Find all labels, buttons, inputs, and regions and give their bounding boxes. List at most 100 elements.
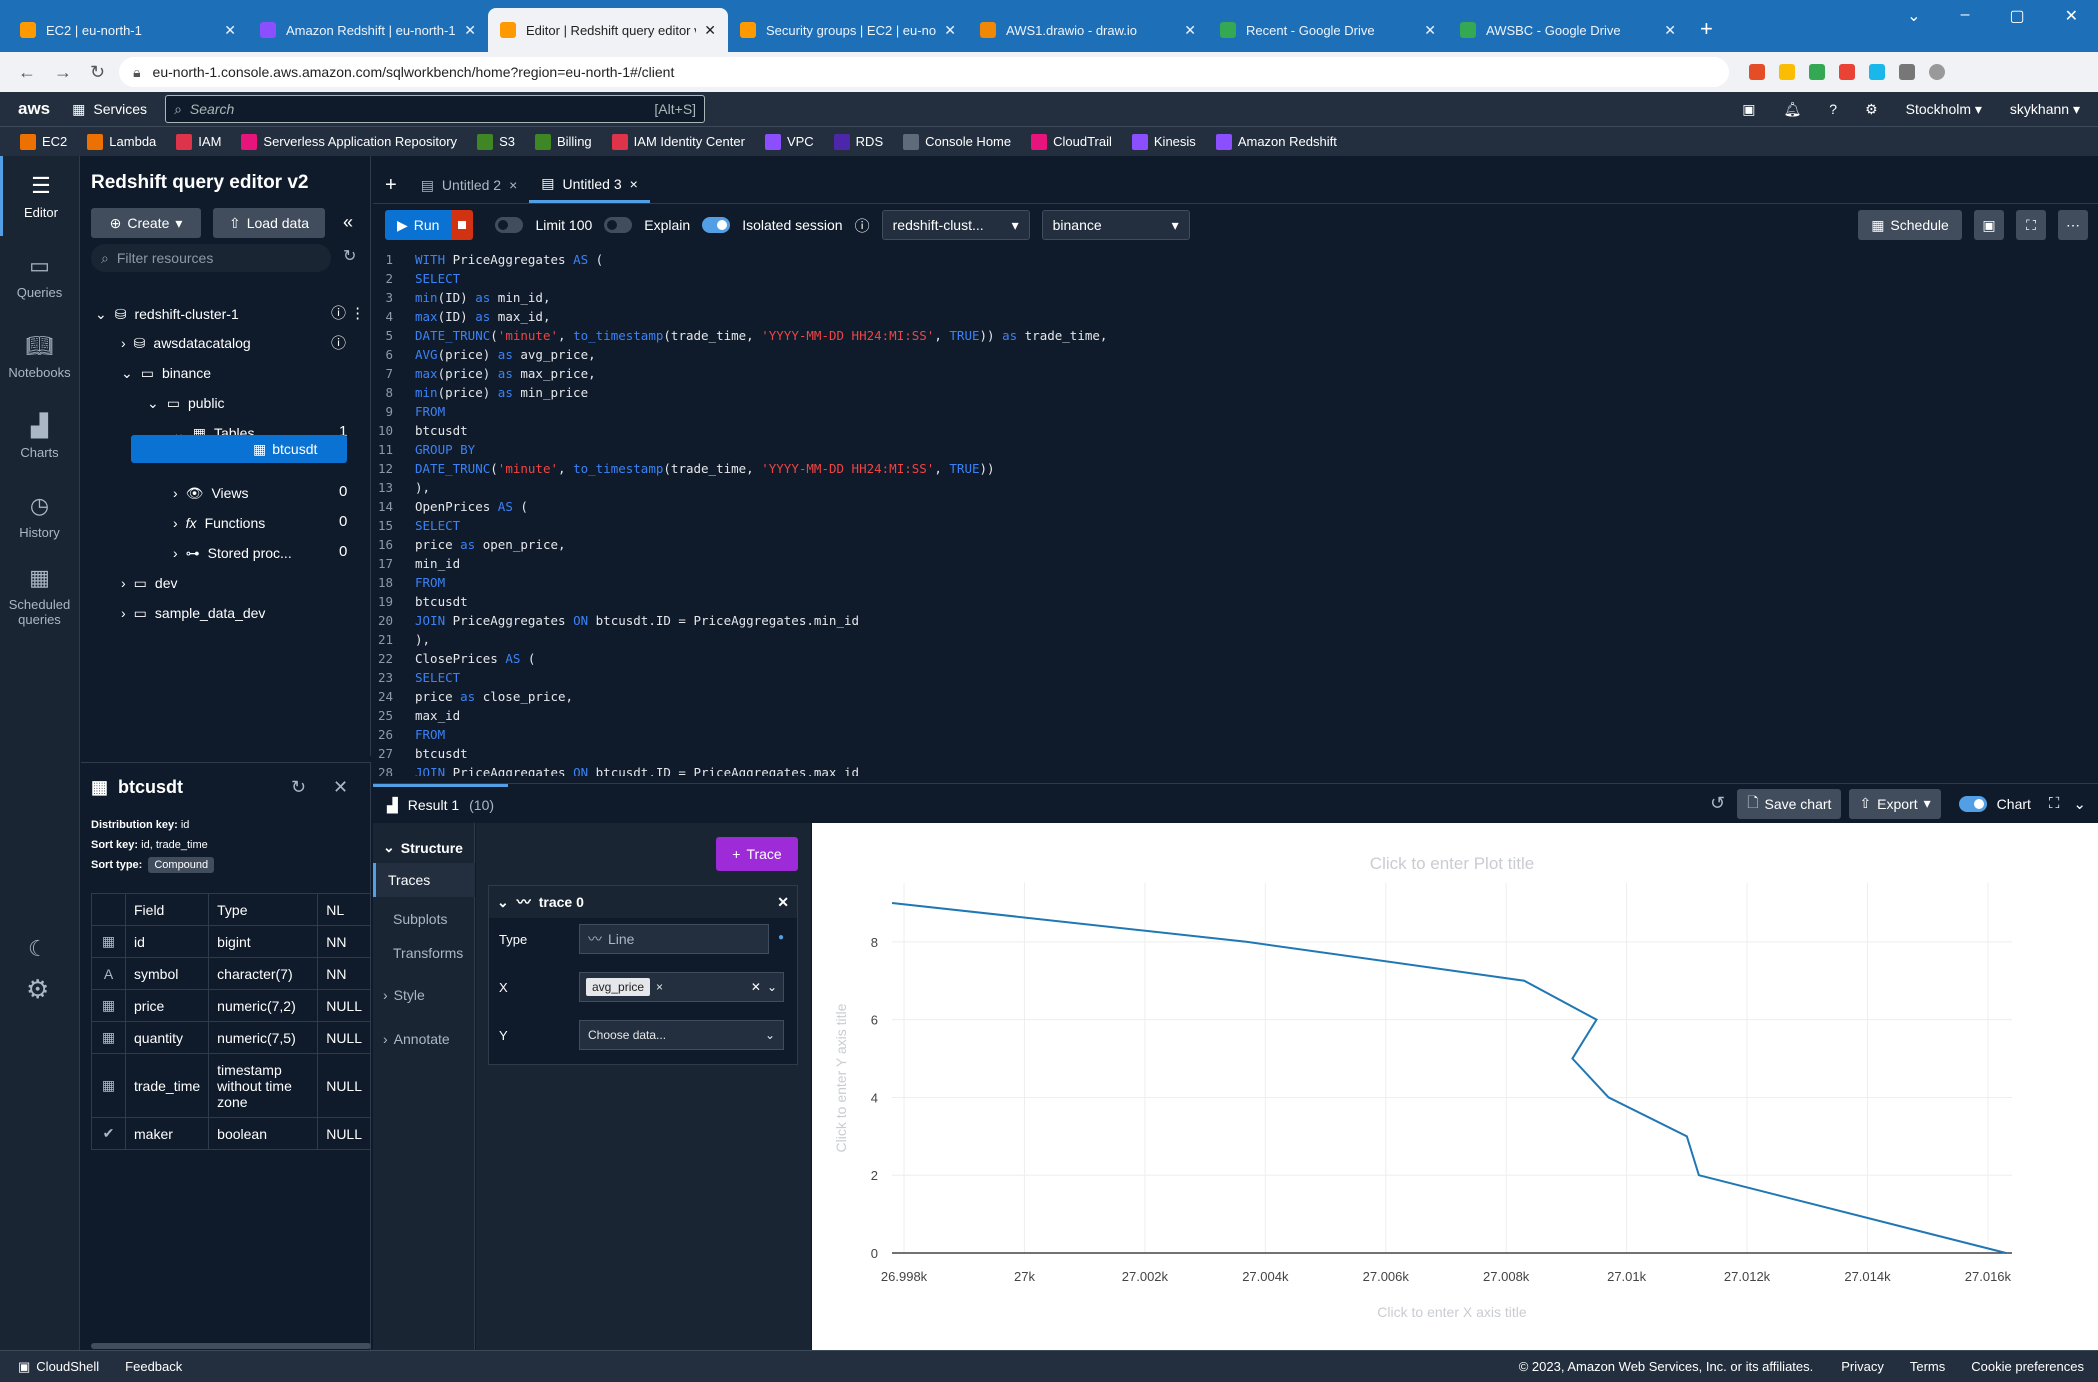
- extension-icon[interactable]: [1749, 64, 1766, 80]
- more-icon[interactable]: ⋯: [2058, 210, 2088, 240]
- code-line[interactable]: 28 JOIN PriceAggregates ON btcusdt.ID = P…: [373, 763, 2098, 776]
- save-icon[interactable]: ▣: [1974, 210, 2004, 240]
- code-line[interactable]: 9 FROM: [373, 402, 2098, 421]
- browser-tab[interactable]: Security groups | EC2 | eu-north ✕: [728, 8, 968, 52]
- browser-tab[interactable]: AWS1.drawio - draw.io ✕: [968, 8, 1208, 52]
- code-line[interactable]: 19 btcusdt: [373, 592, 2098, 611]
- code-line[interactable]: 18 FROM: [373, 573, 2098, 592]
- close-icon[interactable]: ✕: [704, 22, 716, 39]
- maximize-icon[interactable]: ▢: [2009, 6, 2024, 26]
- cloudshell-icon[interactable]: ▣: [1742, 101, 1755, 118]
- export-button[interactable]: ⇧ Export ▾: [1849, 788, 1941, 819]
- close-icon[interactable]: ✕: [777, 894, 789, 911]
- browser-tab[interactable]: Amazon Redshift | eu-north-1 ✕: [248, 8, 488, 52]
- code-line[interactable]: 17 min_id: [373, 554, 2098, 573]
- close-icon[interactable]: ✕: [464, 22, 476, 39]
- trace-type-select[interactable]: 〰 Line: [579, 924, 769, 954]
- limit-toggle[interactable]: [495, 217, 524, 233]
- tab-result-1[interactable]: ▟ Result 1 (10): [373, 783, 509, 824]
- tab-untitled-2[interactable]: ▤ Untitled 2 ×: [409, 167, 530, 203]
- code-line[interactable]: 15 SELECT: [373, 516, 2098, 535]
- code-line[interactable]: 2 SELECT: [373, 269, 2098, 288]
- refresh-icon[interactable]: ↻: [291, 777, 306, 798]
- tree-item-cluster[interactable]: ⌄ ⛁ redshift-cluster-1: [95, 300, 239, 328]
- favorite-link[interactable]: Lambda: [87, 133, 156, 150]
- table-row[interactable]: ▦ quantity numeric(7,5) NULL: [91, 1021, 371, 1054]
- tree-item-awsdatacatalog[interactable]: › ⛁ awsdatacatalog: [121, 329, 251, 357]
- table-row[interactable]: ▦ id bigint NN: [91, 925, 371, 958]
- close-icon[interactable]: ✕: [1184, 22, 1196, 39]
- database-select[interactable]: binance ▾: [1041, 210, 1190, 240]
- new-tab-icon[interactable]: +: [1700, 16, 1713, 42]
- browser-tab[interactable]: EC2 | eu-north-1 ✕: [8, 8, 248, 52]
- favorite-link[interactable]: CloudTrail: [1031, 133, 1112, 150]
- rail-item-queries[interactable]: ▭ Queries: [0, 236, 79, 316]
- tree-item-public[interactable]: ⌄ ▭ public: [147, 389, 225, 417]
- user-menu[interactable]: skykhann ▾: [2010, 101, 2080, 118]
- extension-icon[interactable]: [1869, 64, 1886, 80]
- back-icon[interactable]: ←: [18, 62, 36, 83]
- code-line[interactable]: 12 DATE_TRUNC('minute', to_timestamp (trad…: [373, 459, 2098, 478]
- info-icon[interactable]: ⓘ: [855, 215, 870, 236]
- code-line[interactable]: 22 ClosePrices AS (: [373, 649, 2098, 668]
- y-data-select[interactable]: Choose data... ⌄: [579, 1020, 784, 1050]
- favorite-link[interactable]: EC2: [20, 133, 67, 150]
- browser-tab[interactable]: Editor | Redshift query editor v2 ✕: [488, 8, 728, 52]
- reload-icon[interactable]: ↻: [90, 62, 105, 83]
- tree-item-functions[interactable]: › fx Functions: [173, 509, 265, 537]
- favorite-link[interactable]: Amazon Redshift: [1215, 133, 1337, 150]
- nav-transforms[interactable]: Transforms: [393, 945, 463, 961]
- code-line[interactable]: 11 GROUP BY: [373, 440, 2098, 459]
- extension-icon[interactable]: [1809, 64, 1826, 80]
- nav-subplots[interactable]: Subplots: [393, 911, 447, 927]
- favorite-link[interactable]: Serverless Application Repository: [241, 133, 457, 150]
- favorite-link[interactable]: RDS: [833, 133, 883, 150]
- load-data-button[interactable]: ⇧ Load data: [213, 208, 325, 238]
- clear-icon[interactable]: ✕: [751, 980, 761, 994]
- table-row[interactable]: ✔ maker boolean NULL: [91, 1117, 371, 1150]
- favorite-link[interactable]: Console Home: [903, 133, 1011, 150]
- add-trace-button[interactable]: + Trace: [716, 837, 798, 871]
- add-tab-icon[interactable]: +: [373, 167, 409, 203]
- collapse-icon[interactable]: «: [343, 212, 353, 233]
- bell-icon[interactable]: 🔔︎: [1784, 101, 1802, 118]
- code-line[interactable]: 4 max (ID) as max_id,: [373, 307, 2098, 326]
- cloudshell-icon[interactable]: ▣: [18, 1359, 30, 1375]
- browser-tab[interactable]: Recent - Google Drive ✕: [1208, 8, 1448, 52]
- collapse-down-icon[interactable]: ⌄: [2073, 795, 2086, 813]
- code-line[interactable]: 7 max (price) as max_price,: [373, 364, 2098, 383]
- isolated-session-toggle[interactable]: [702, 217, 731, 233]
- url-input[interactable]: 🔒︎ eu-north-1.console.aws.amazon.com/sql…: [119, 57, 1730, 87]
- rail-item-history[interactable]: ◷ History: [0, 476, 79, 556]
- favorite-link[interactable]: IAM: [176, 133, 221, 150]
- structure-heading[interactable]: ⌄ Structure: [383, 839, 463, 856]
- favorite-link[interactable]: Kinesis: [1131, 133, 1196, 150]
- help-icon[interactable]: ?: [1829, 101, 1837, 117]
- tree-item-dev[interactable]: › ▭ dev: [121, 569, 177, 597]
- refresh-icon[interactable]: ↻: [343, 246, 356, 266]
- tree-item-procedures[interactable]: › ⊶ Stored proc...: [173, 539, 292, 567]
- horizontal-scrollbar[interactable]: [91, 1343, 371, 1349]
- nav-style[interactable]: › Style: [383, 987, 425, 1003]
- code-line[interactable]: 10 btcusdt: [373, 421, 2098, 440]
- rail-item-charts[interactable]: ▟ Charts: [0, 396, 79, 476]
- code-line[interactable]: 14 OpenPrices AS (: [373, 497, 2098, 516]
- remove-chip-icon[interactable]: ×: [656, 980, 663, 994]
- code-line[interactable]: 23 SELECT: [373, 668, 2098, 687]
- gear-icon[interactable]: ⚙: [1865, 101, 1878, 118]
- fullscreen-icon[interactable]: ⛶: [2016, 210, 2046, 240]
- reset-icon[interactable]: ↺: [1710, 793, 1725, 814]
- run-button[interactable]: ▶ Run: [385, 210, 452, 240]
- code-line[interactable]: 1 WITH PriceAggregates AS (: [373, 250, 2098, 269]
- x-axis-title[interactable]: Click to enter X axis title: [1377, 1304, 1527, 1320]
- x-data-select[interactable]: avg_price × ✕ ⌄: [579, 972, 784, 1002]
- privacy-link[interactable]: Privacy: [1841, 1359, 1884, 1374]
- tree-item-btcusdt[interactable]: ▦ btcusdt: [131, 435, 347, 463]
- code-line[interactable]: 6 AVG (price) as avg_price,: [373, 345, 2098, 364]
- chevron-down-icon[interactable]: ⌄: [1907, 6, 1920, 26]
- terms-link[interactable]: Terms: [1910, 1359, 1945, 1374]
- tree-item-views[interactable]: › 👁︎ Views: [173, 479, 249, 507]
- tree-item-binance[interactable]: ⌄ ▭ binance: [121, 359, 211, 387]
- code-line[interactable]: 8 min (price) as min_price: [373, 383, 2098, 402]
- rail-item-editor[interactable]: ☰ Editor: [0, 156, 79, 236]
